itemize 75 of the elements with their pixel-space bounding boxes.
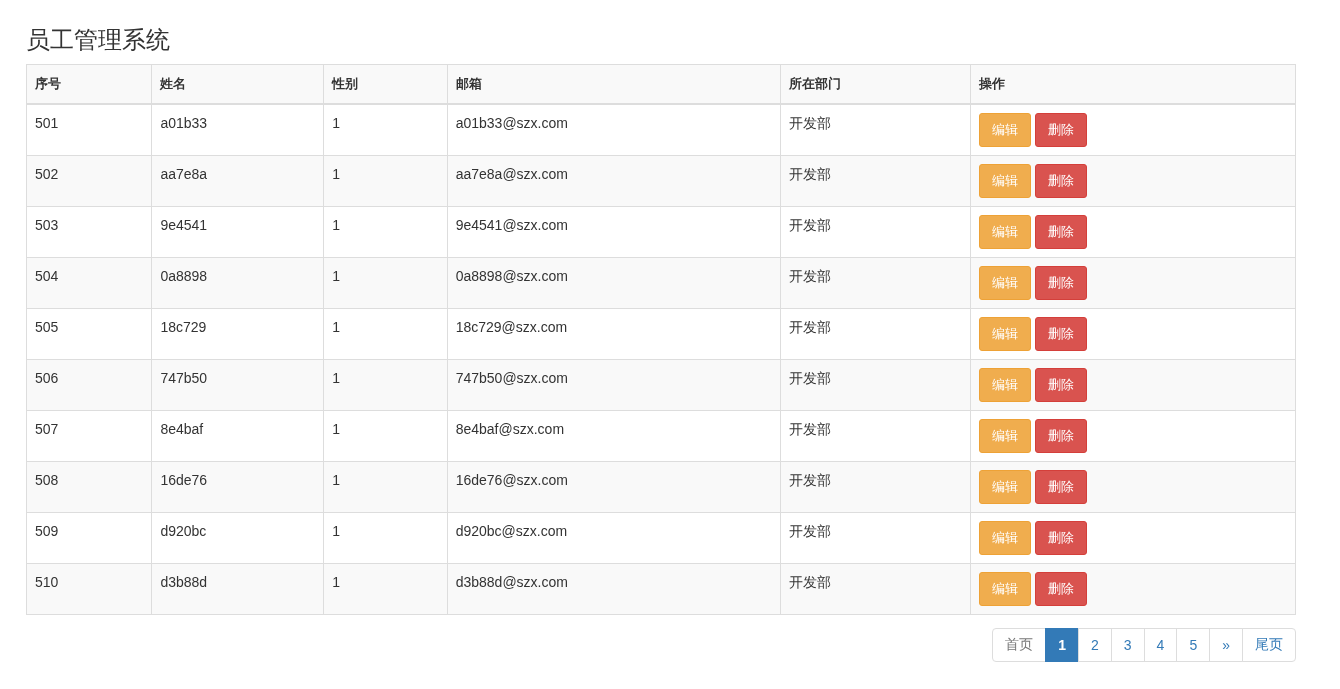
column-header: 性别 xyxy=(323,64,448,104)
page-link[interactable]: » xyxy=(1209,628,1243,662)
table-cell: 501 xyxy=(35,115,59,131)
table-cell: 0a8898@szx.com xyxy=(455,268,568,284)
table-cell: 1 xyxy=(332,115,340,131)
table-cell: 747b50 xyxy=(160,370,208,386)
table-cell: 508 xyxy=(35,472,59,488)
table-cell: 18c729@szx.com xyxy=(455,319,568,335)
delete-button[interactable]: 删除 xyxy=(1034,470,1087,504)
table-cell: 开发部 xyxy=(788,574,831,590)
table-cell: 1 xyxy=(332,523,340,539)
delete-button[interactable]: 删除 xyxy=(1034,164,1087,198)
table-cell: 8e4baf@szx.com xyxy=(455,421,565,437)
table-cell: 开发部 xyxy=(788,115,831,131)
table-cell: 开发部 xyxy=(788,421,831,437)
table-cell: d920bc@szx.com xyxy=(455,523,568,539)
delete-button[interactable]: 删除 xyxy=(1034,521,1087,555)
table-cell: 507 xyxy=(35,421,59,437)
table-cell: 开发部 xyxy=(788,472,831,488)
table-cell: 1 xyxy=(332,370,340,386)
table-cell: 1 xyxy=(332,217,340,233)
column-header: 姓名 xyxy=(151,64,324,104)
table-cell: 1 xyxy=(332,472,340,488)
delete-button[interactable]: 删除 xyxy=(1034,113,1087,147)
page-link[interactable]: 2 xyxy=(1078,628,1112,662)
table-cell: 开发部 xyxy=(788,370,831,386)
table-cell: 9e4541@szx.com xyxy=(455,217,568,233)
delete-button[interactable]: 删除 xyxy=(1034,215,1087,249)
delete-button[interactable]: 删除 xyxy=(1034,368,1087,402)
table-cell: 1 xyxy=(332,574,340,590)
table-cell: 开发部 xyxy=(788,166,831,182)
delete-button[interactable]: 删除 xyxy=(1034,419,1087,453)
table-cell: 开发部 xyxy=(788,268,831,284)
column-header: 操作 xyxy=(970,64,1296,104)
table-cell: a01b33 xyxy=(160,115,208,131)
table-cell: aa7e8a xyxy=(160,166,208,182)
table-cell: 747b50@szx.com xyxy=(455,370,568,386)
delete-button[interactable]: 删除 xyxy=(1034,266,1087,300)
table-cell: 1 xyxy=(332,268,340,284)
column-header: 邮箱 xyxy=(447,64,781,104)
table-cell: 0a8898 xyxy=(160,268,208,284)
page-link[interactable]: 4 xyxy=(1143,628,1178,662)
table-cell: 506 xyxy=(35,370,59,386)
table-cell: d920bc xyxy=(160,523,207,539)
table-cell: 1 xyxy=(332,166,340,182)
table-cell: d3b88d@szx.com xyxy=(455,574,568,590)
table-cell: 16de76 xyxy=(160,472,208,488)
page-link[interactable]: 5 xyxy=(1176,628,1211,662)
table-cell: 505 xyxy=(35,319,59,335)
delete-button[interactable]: 删除 xyxy=(1034,572,1087,606)
table-cell: a01b33@szx.com xyxy=(455,115,568,131)
page-link[interactable]: 1 xyxy=(1045,628,1079,662)
table-cell: 509 xyxy=(35,523,59,539)
page-link[interactable]: 尾页 xyxy=(1242,628,1296,662)
page-link[interactable]: 3 xyxy=(1110,628,1145,662)
table-cell: 1 xyxy=(332,421,340,437)
table-cell: 502 xyxy=(35,166,59,182)
page-title: 员工管理系统 xyxy=(26,25,171,55)
table-cell: 开发部 xyxy=(788,523,831,539)
delete-button[interactable]: 删除 xyxy=(1034,317,1087,351)
table-cell: 开发部 xyxy=(788,217,831,233)
table-cell: 504 xyxy=(35,268,59,284)
table-cell: 510 xyxy=(35,574,59,590)
table-cell: aa7e8a@szx.com xyxy=(455,166,568,182)
table-cell: 18c729 xyxy=(160,319,207,335)
table-cell: d3b88d xyxy=(160,574,208,590)
column-header: 所在部门 xyxy=(780,64,971,104)
page-link[interactable]: 首页 xyxy=(992,628,1047,662)
table-cell: 1 xyxy=(332,319,340,335)
table-cell: 16de76@szx.com xyxy=(455,472,568,488)
table-cell: 503 xyxy=(35,217,59,233)
table-cell: 开发部 xyxy=(788,319,831,335)
column-header: 序号 xyxy=(26,64,152,104)
table-cell: 9e4541 xyxy=(160,217,208,233)
table-cell: 8e4baf xyxy=(160,421,204,437)
